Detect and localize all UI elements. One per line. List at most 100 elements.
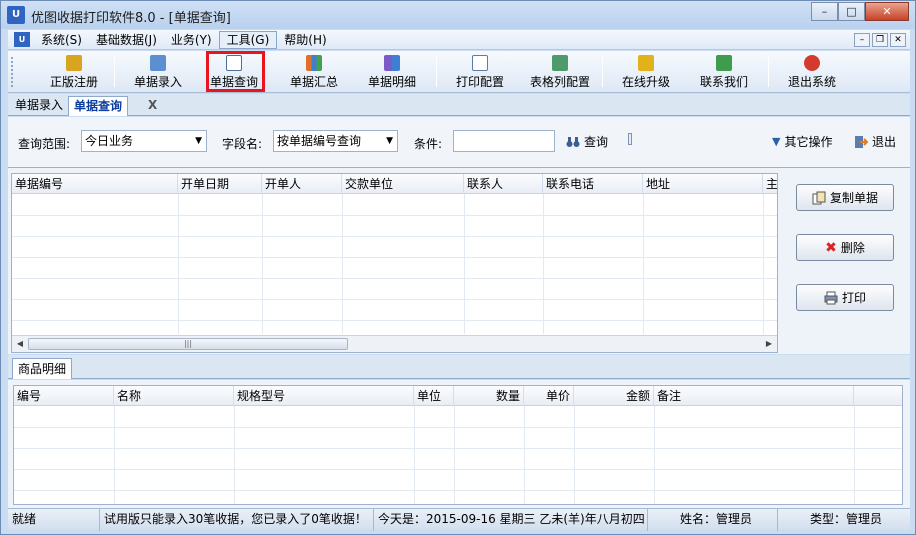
condition-input[interactable] <box>453 130 555 152</box>
grid-line <box>114 406 115 504</box>
tab-close-icon[interactable]: X <box>148 96 157 115</box>
chevron-down-icon: ▼ <box>772 135 781 148</box>
bar-chart-icon <box>306 55 322 71</box>
menu-help[interactable]: 帮助(H) <box>277 31 333 49</box>
column-header[interactable]: 联系人 <box>464 174 543 194</box>
field-select[interactable]: 按单据编号查询 ▼ <box>273 130 398 152</box>
column-header[interactable]: 单价 <box>524 386 574 406</box>
range-label: 查询范围: <box>18 137 71 151</box>
column-header[interactable]: 开单日期 <box>178 174 262 194</box>
column-header[interactable]: 备注 <box>654 386 854 406</box>
chevron-down-icon: ▼ <box>195 136 202 146</box>
mdi-minimize-button[interactable]: – <box>854 32 870 47</box>
status-ready: 就绪 <box>8 509 100 531</box>
grid-line <box>524 406 525 504</box>
scrollbar-thumb[interactable]: ||| <box>28 338 348 350</box>
tab-product-detail[interactable]: 商品明细 <box>12 358 73 379</box>
receipt-detail-button[interactable]: 单据明细 <box>360 53 424 91</box>
scroll-left-icon[interactable]: ◀ <box>12 336 28 352</box>
column-header[interactable]: 数量 <box>454 386 524 406</box>
table-row[interactable] <box>12 216 777 237</box>
condition-label: 条件: <box>414 137 443 151</box>
column-header[interactable]: 名称 <box>114 386 234 406</box>
column-header[interactable]: 编号 <box>14 386 114 406</box>
grid-line <box>234 406 235 504</box>
column-header[interactable]: 金额 <box>574 386 654 406</box>
close-button[interactable]: ✕ <box>865 2 909 21</box>
horizontal-scrollbar[interactable]: ◀ ||| ▶ <box>12 335 777 352</box>
grid-header: 单据编号 开单日期 开单人 交款单位 联系人 联系电话 地址 主 <box>12 174 777 194</box>
other-operations-button[interactable]: ▼ 其它操作 <box>772 133 832 150</box>
register-label: 正版注册 <box>49 75 98 89</box>
column-header[interactable]: 开单人 <box>262 174 342 194</box>
column-header[interactable]: 主 <box>763 174 777 194</box>
scroll-right-icon[interactable]: ▶ <box>761 336 777 352</box>
print-config-button[interactable]: 打印配置 <box>448 53 512 91</box>
table-row[interactable] <box>12 237 777 258</box>
receipt-summary-button[interactable]: 单据汇总 <box>282 53 346 91</box>
table-column-config-button[interactable]: 表格列配置 <box>524 53 596 91</box>
print-config-label: 打印配置 <box>455 75 504 89</box>
delete-label: 删除 <box>840 241 865 255</box>
register-button[interactable]: 正版注册 <box>42 53 106 91</box>
menu-logo-icon: U <box>14 32 30 47</box>
tab-receipt-query[interactable]: 单据查询 <box>68 96 129 116</box>
lock-icon <box>66 55 82 71</box>
maximize-button[interactable]: □ <box>838 2 865 21</box>
print-label: 打印 <box>841 291 866 305</box>
range-select-value: 今日业务 <box>85 134 134 148</box>
print-button[interactable]: 打印 <box>796 284 894 311</box>
tab-receipt-entry[interactable]: 单据录入 <box>10 96 68 116</box>
column-header[interactable]: 地址 <box>643 174 763 194</box>
status-trial-notice: 试用版只能录入30笔收据，您已录入了0笔收据！ <box>100 509 374 531</box>
home-icon <box>716 55 732 71</box>
exit-system-button[interactable]: 退出系统 <box>780 53 844 91</box>
query-button-label: 查询 <box>584 135 609 149</box>
toolbar-separator <box>768 57 769 87</box>
exit-door-icon <box>854 135 869 149</box>
menu-bar: U 系统(S) 基础数据(J) 业务(Y) 工具(G) 帮助(H) – ❐ ✕ <box>8 30 910 50</box>
contact-us-label: 联系我们 <box>699 75 748 89</box>
grid-line <box>643 194 644 334</box>
table-row[interactable] <box>14 470 902 491</box>
table-row[interactable] <box>14 428 902 449</box>
receipt-entry-button[interactable]: 单据录入 <box>126 53 190 91</box>
column-header[interactable]: 交款单位 <box>342 174 464 194</box>
exit-button-label: 退出 <box>872 135 897 149</box>
menu-business[interactable]: 业务(Y) <box>164 31 219 49</box>
minimize-button[interactable]: – <box>811 2 838 21</box>
delete-button[interactable]: ✖ 删除 <box>796 234 894 261</box>
table-row[interactable] <box>14 407 902 428</box>
table-column-config-label: 表格列配置 <box>529 75 590 89</box>
table-row[interactable] <box>14 449 902 470</box>
table-row[interactable] <box>12 300 777 321</box>
menu-basic-data[interactable]: 基础数据(J) <box>89 31 164 49</box>
online-upgrade-button[interactable]: 在线升级 <box>614 53 678 91</box>
table-row[interactable] <box>12 258 777 279</box>
mdi-restore-button[interactable]: ❐ <box>872 32 888 47</box>
toolbar: 正版注册 单据录入 单据查询 单据汇总 单据明细 打印配置 表格列配置 在线升级… <box>8 51 910 93</box>
column-header[interactable]: 联系电话 <box>543 174 643 194</box>
query-button[interactable]: 查询 <box>566 133 608 150</box>
copy-receipt-button[interactable]: 复制单据 <box>796 184 894 211</box>
chart-detail-icon <box>384 55 400 71</box>
toolbar-grip[interactable] <box>11 57 15 87</box>
grid-line <box>414 406 415 504</box>
highlight-box <box>206 51 265 92</box>
column-header[interactable]: 规格型号 <box>234 386 414 406</box>
mdi-close-button[interactable]: ✕ <box>890 32 906 47</box>
receipt-grid[interactable]: 单据编号 开单日期 开单人 交款单位 联系人 联系电话 地址 主 ◀ ||| ▶ <box>11 173 778 353</box>
column-header[interactable]: 单位 <box>414 386 454 406</box>
menu-tools[interactable]: 工具(G) <box>218 30 278 49</box>
contact-us-button[interactable]: 联系我们 <box>692 53 756 91</box>
menu-system[interactable]: 系统(S) <box>34 31 89 49</box>
product-detail-grid[interactable]: 编号 名称 规格型号 单位 数量 单价 金额 备注 <box>13 385 903 505</box>
receipt-detail-label: 单据明细 <box>367 75 416 89</box>
title-bar[interactable]: U 优图收据打印软件8.0 - [单据查询] – □ ✕ <box>1 1 915 29</box>
column-header[interactable]: 单据编号 <box>12 174 178 194</box>
range-select[interactable]: 今日业务 ▼ <box>81 130 207 152</box>
exit-button[interactable]: 退出 <box>854 133 896 150</box>
table-row[interactable] <box>12 195 777 216</box>
table-row[interactable] <box>12 279 777 300</box>
printer-icon <box>824 291 838 304</box>
